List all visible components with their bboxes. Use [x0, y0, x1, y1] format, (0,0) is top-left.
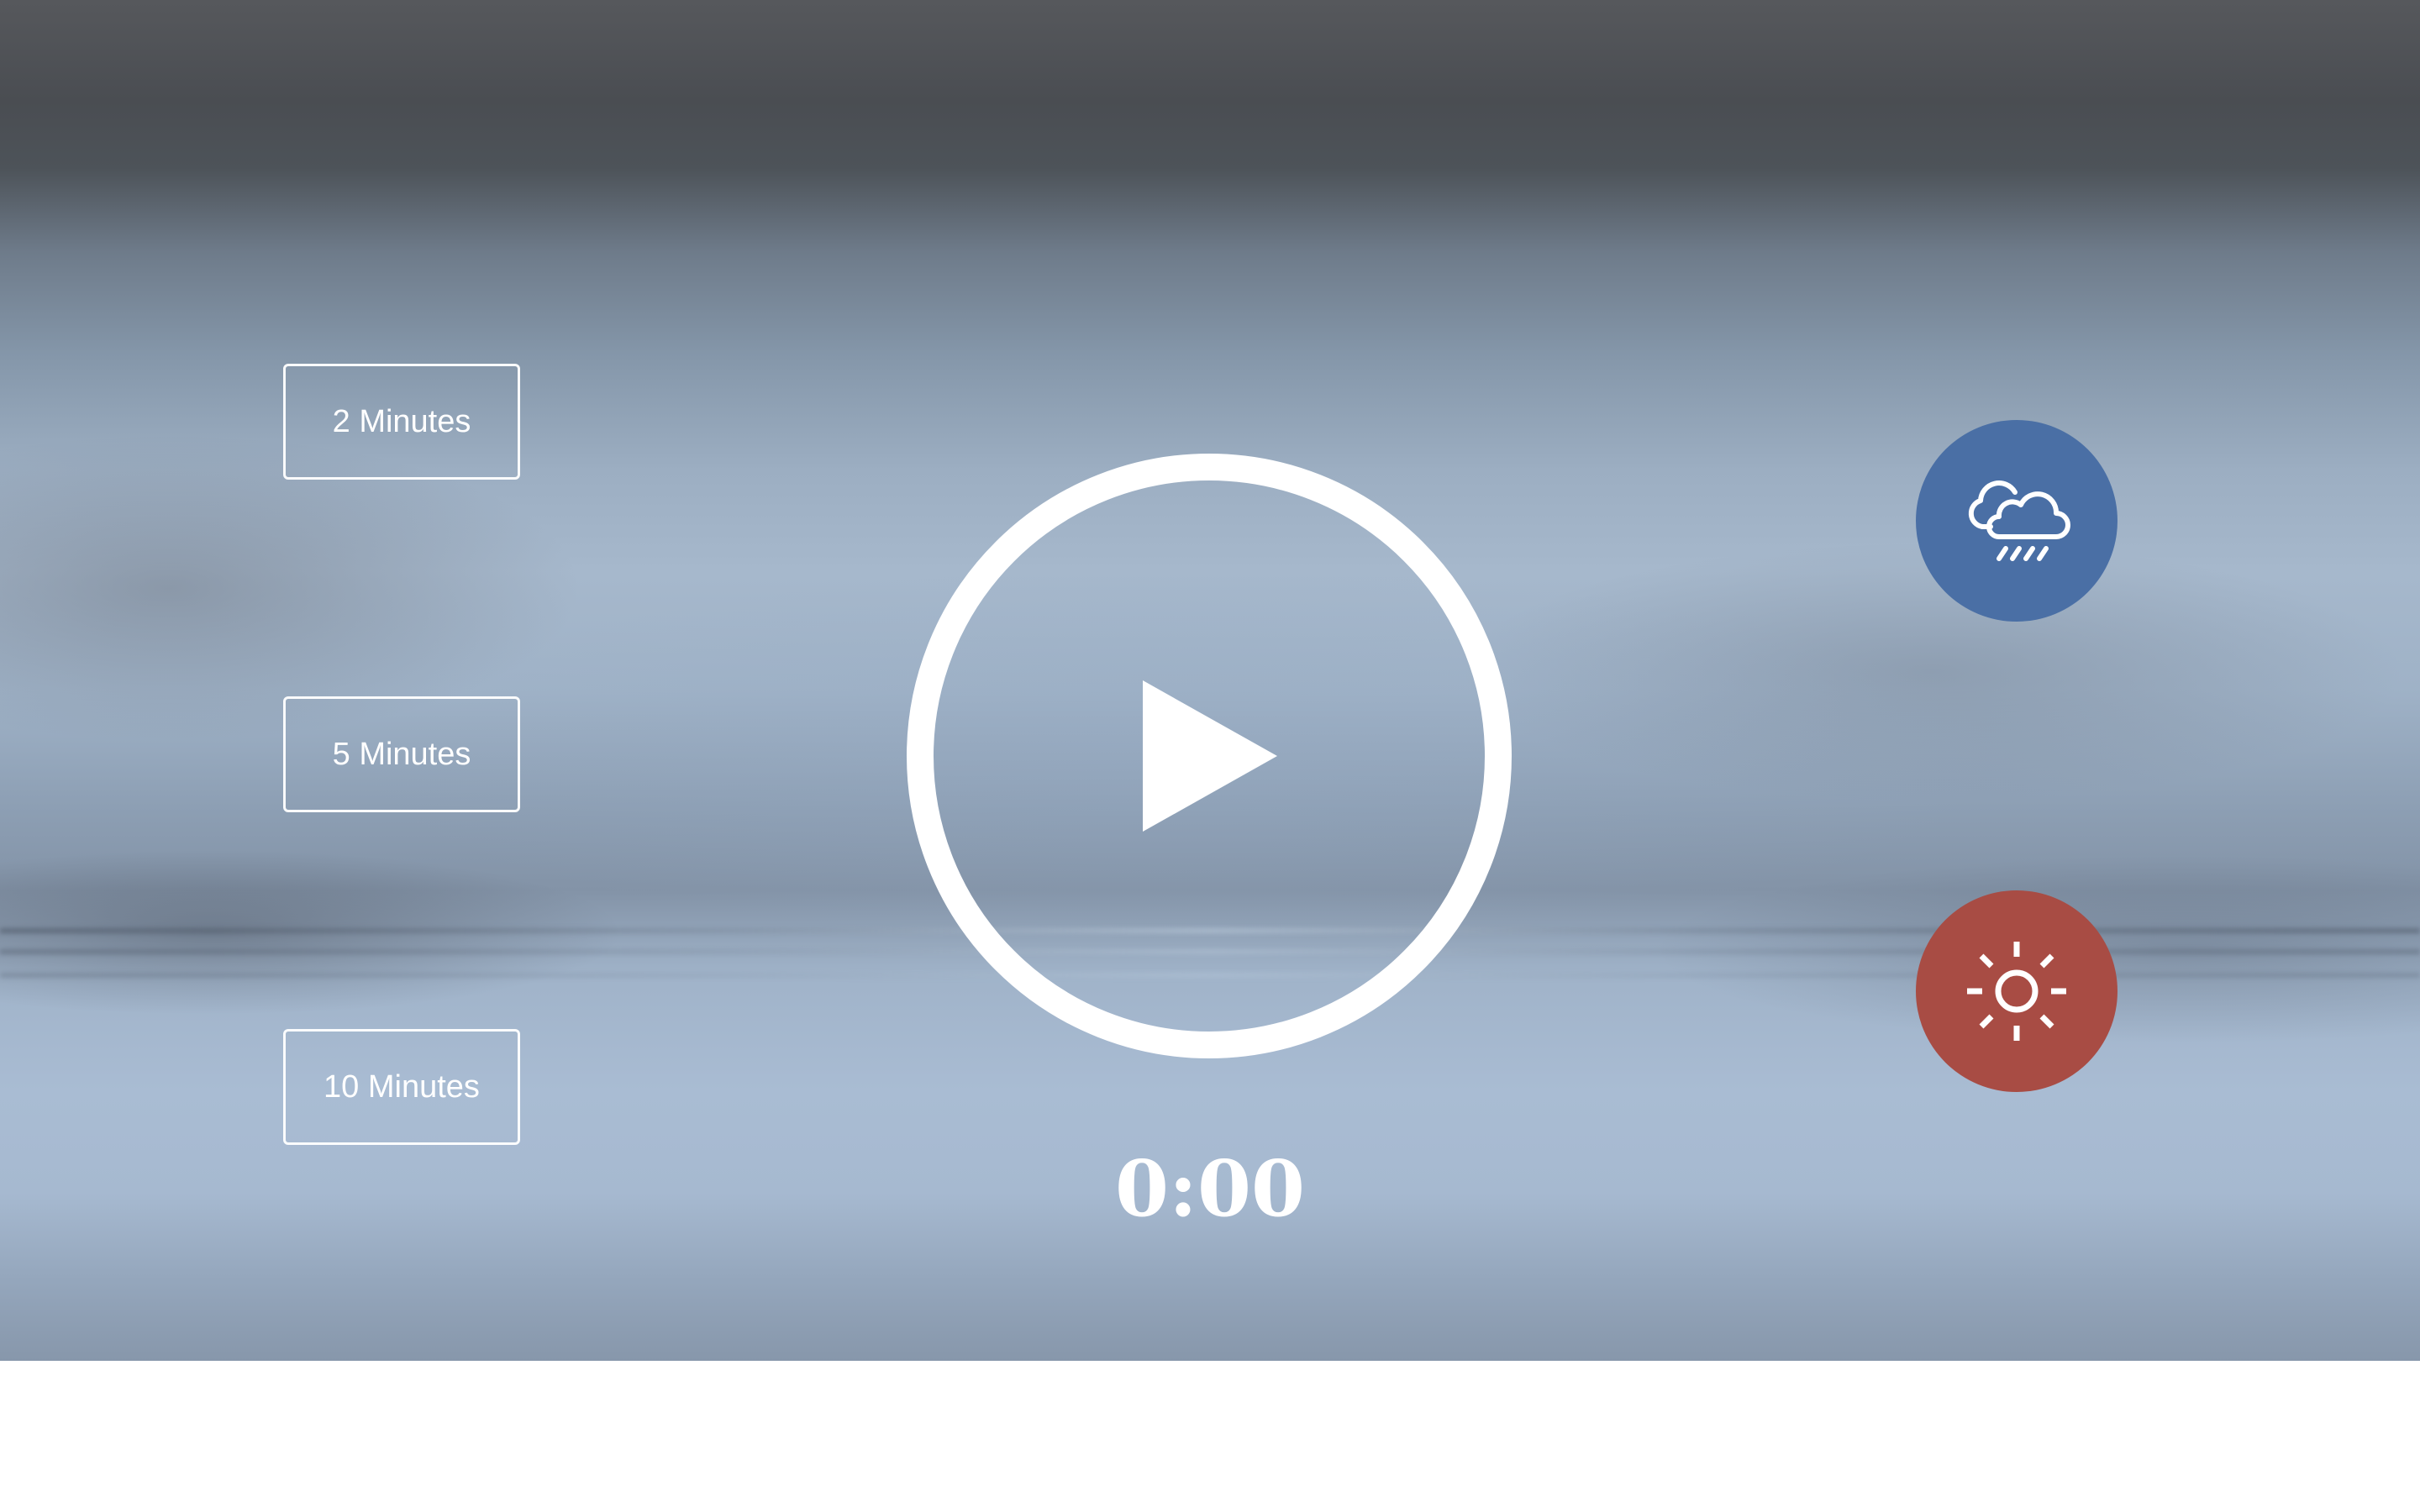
duration-button-label: 10 Minutes — [324, 1068, 480, 1105]
meditation-app: 2 Minutes 5 Minutes 10 Minutes 0:00 — [0, 0, 2420, 1361]
cloud-rain-icon — [1968, 480, 2070, 561]
duration-button-label: 2 Minutes — [332, 403, 471, 439]
rain-sound-button[interactable] — [1916, 420, 2118, 622]
duration-button-label: 5 Minutes — [332, 736, 471, 772]
timer-display: 0:00 — [1114, 1143, 1305, 1234]
duration-button-10-min[interactable]: 10 Minutes — [283, 1029, 520, 1145]
duration-button-2-min[interactable]: 2 Minutes — [283, 364, 520, 480]
summer-sound-button[interactable] — [1916, 890, 2118, 1092]
play-icon[interactable] — [1143, 680, 1277, 832]
sun-icon — [1967, 942, 2066, 1041]
duration-button-5-min[interactable]: 5 Minutes — [283, 696, 520, 812]
